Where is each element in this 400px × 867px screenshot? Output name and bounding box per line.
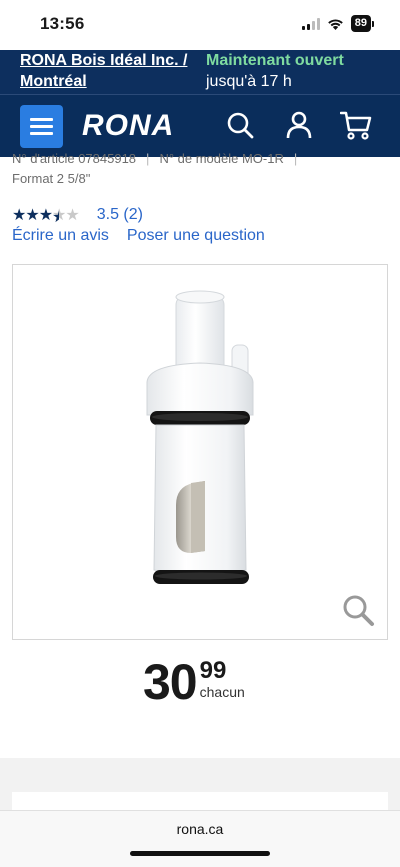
store-name-link[interactable]: RONA Bois Idéal Inc. / Montréal [20, 50, 205, 92]
battery-level: 89 [350, 15, 371, 32]
status-time: 13:56 [40, 14, 85, 33]
article-number: N° d'article 07845918 [12, 151, 137, 166]
star-icon: ★ [25, 207, 39, 224]
review-links: Écrire un avis Poser une question [12, 227, 283, 245]
rating-stars: ★★★★ ★ [12, 205, 80, 225]
write-review-link[interactable]: Écrire un avis [12, 227, 109, 244]
open-status: Maintenant ouvert [206, 52, 344, 69]
rating-count: (2) [123, 206, 143, 223]
ask-question-link[interactable]: Poser une question [127, 227, 265, 244]
product-image[interactable] [12, 264, 388, 640]
wifi-icon [327, 18, 343, 30]
cart-icon[interactable] [340, 111, 372, 141]
model-number: N° de modèle MO-1R [159, 151, 284, 166]
star-empty-icon: ★ [65, 207, 79, 224]
menu-button[interactable] [20, 105, 63, 148]
search-icon[interactable] [226, 111, 254, 139]
main-header: RONA [0, 94, 400, 157]
store-hours: Maintenant ouvert jusqu'à 17 h [206, 50, 344, 92]
product-price: 30 99 chacun [143, 655, 245, 709]
star-icon: ★ [12, 207, 26, 224]
price-dollars: 30 [143, 654, 198, 710]
open-hours: jusqu'à 17 h [206, 73, 292, 90]
rona-logo[interactable]: RONA [82, 109, 174, 143]
faucet-cartridge-image [146, 290, 254, 584]
browser-address-bar[interactable]: rona.ca [0, 810, 400, 867]
star-icon: ★ [38, 207, 53, 224]
product-rating[interactable]: ★★★★★ 3.5 (2) [12, 205, 143, 225]
store-bar: RONA Bois Idéal Inc. / Montréal Maintena… [0, 50, 400, 94]
product-identifiers: N° d'article 07845918 | N° de modèle MO-1R… [12, 151, 298, 166]
price-unit: chacun [199, 684, 245, 700]
product-format: Format 2 5/8" [12, 171, 91, 186]
status-bar: 13:56 89 [0, 0, 400, 50]
rating-summary[interactable]: 3.5 (2) [97, 206, 143, 224]
signal-icon [301, 17, 320, 30]
price-cents: 99 [199, 657, 227, 684]
account-icon[interactable] [286, 111, 312, 139]
zoom-icon[interactable] [341, 593, 375, 627]
battery-icon [372, 20, 374, 27]
menu-icon [30, 118, 53, 121]
star-half-icon: ★ [52, 207, 66, 224]
home-indicator [130, 851, 270, 856]
url-text[interactable]: rona.ca [0, 821, 400, 837]
status-icons: 89 [301, 15, 374, 32]
rating-value: 3.5 [96, 206, 119, 223]
